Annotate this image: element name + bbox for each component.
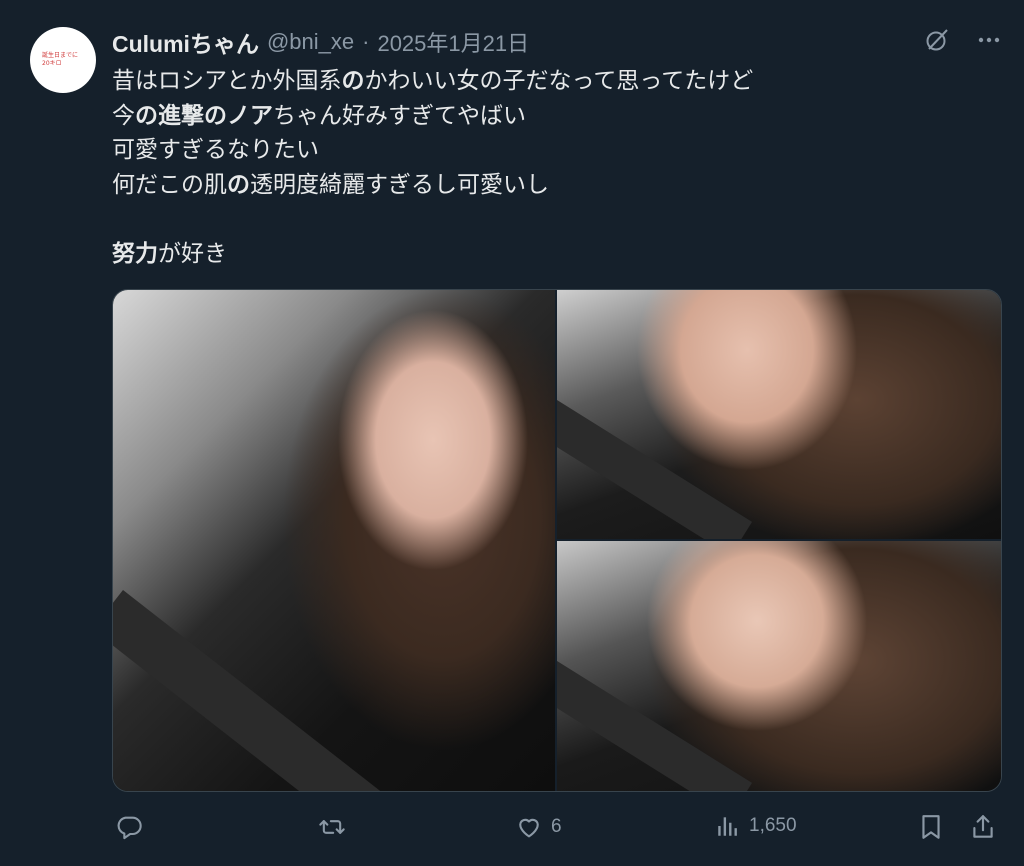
grok-icon[interactable] — [924, 27, 950, 53]
seatbelt-shape — [557, 661, 753, 791]
avatar[interactable]: 誕生日までに 20キロ — [30, 27, 96, 93]
bookmark-button[interactable] — [918, 813, 944, 841]
tweet-text-segment: 透明度綺麗すぎるし可愛いし — [250, 171, 549, 198]
tweet-text-segment: の進撃のノア — [135, 102, 273, 129]
tweet-header: Culumiちゃん @bni_xe · 2025年1月21日 — [112, 25, 529, 59]
display-name[interactable]: Culumiちゃん — [112, 25, 259, 59]
tweet-image-2[interactable] — [557, 290, 1001, 539]
share-icon — [970, 813, 996, 841]
seatbelt-shape — [557, 400, 753, 539]
view-count: 1,650 — [749, 815, 797, 836]
tweet-text-segment: 何だこの肌 — [112, 171, 227, 198]
like-button[interactable]: 6 — [515, 813, 562, 841]
more-icon[interactable] — [976, 27, 1002, 53]
like-count: 6 — [551, 816, 562, 837]
tweet-text-line: 可愛すぎるなりたい — [112, 133, 992, 168]
avatar-text: 誕生日までに 20キロ — [42, 52, 79, 67]
tweet-image-3[interactable] — [557, 541, 1001, 791]
header-actions — [924, 27, 1002, 53]
media-divider — [557, 539, 1001, 541]
user-handle[interactable]: @bni_xe — [267, 29, 354, 55]
tweet-text-line: 何だこの肌の透明度綺麗すぎるし可愛いし — [112, 168, 992, 203]
tweet-text-line: 努力が好き — [112, 237, 992, 272]
reply-icon — [115, 813, 143, 841]
separator-dot: · — [362, 29, 370, 54]
share-button[interactable] — [970, 813, 996, 841]
action-bar: 6 1,650 — [112, 813, 1000, 845]
tweet-text-segment: の — [227, 171, 250, 198]
tweet-text-line: 今の進撃のノアちゃん好みすぎてやばい — [112, 99, 992, 134]
media-grid — [112, 289, 1002, 792]
tweet-text-segment: 昔はロシアとか外国系 — [112, 68, 342, 94]
tweet-text-segment: かわいい女の子だなって思ってたけど — [364, 68, 754, 94]
tweet-text: 昔はロシアとか外国系のかわいい女の子だなって思ってたけど 今の進撃のノアちゃん好み… — [112, 64, 992, 271]
seatbelt-shape — [113, 590, 454, 791]
tweet-image-1[interactable] — [113, 290, 555, 791]
bookmark-icon — [918, 813, 944, 841]
reply-button[interactable] — [115, 813, 151, 841]
retweet-button[interactable] — [318, 813, 354, 841]
tweet-date[interactable]: 2025年1月21日 — [377, 26, 529, 58]
retweet-icon — [318, 813, 346, 841]
tweet-text-line: 昔はロシアとか外国系のかわいい女の子だなって思ってたけど — [112, 64, 992, 99]
views-button[interactable]: 1,650 — [715, 813, 797, 839]
tweet-text-segment: ちゃん好みすぎてやばい — [273, 102, 526, 129]
tweet-text-segment: の — [341, 68, 365, 94]
views-icon — [715, 813, 741, 839]
tweet-text-segment: 努力 — [112, 240, 158, 267]
like-icon — [515, 813, 543, 841]
tweet-text-segment: 可愛すぎるなりたい — [112, 137, 319, 163]
tweet-text-segment: が好き — [158, 240, 227, 267]
tweet-text-segment: 今 — [112, 102, 135, 129]
